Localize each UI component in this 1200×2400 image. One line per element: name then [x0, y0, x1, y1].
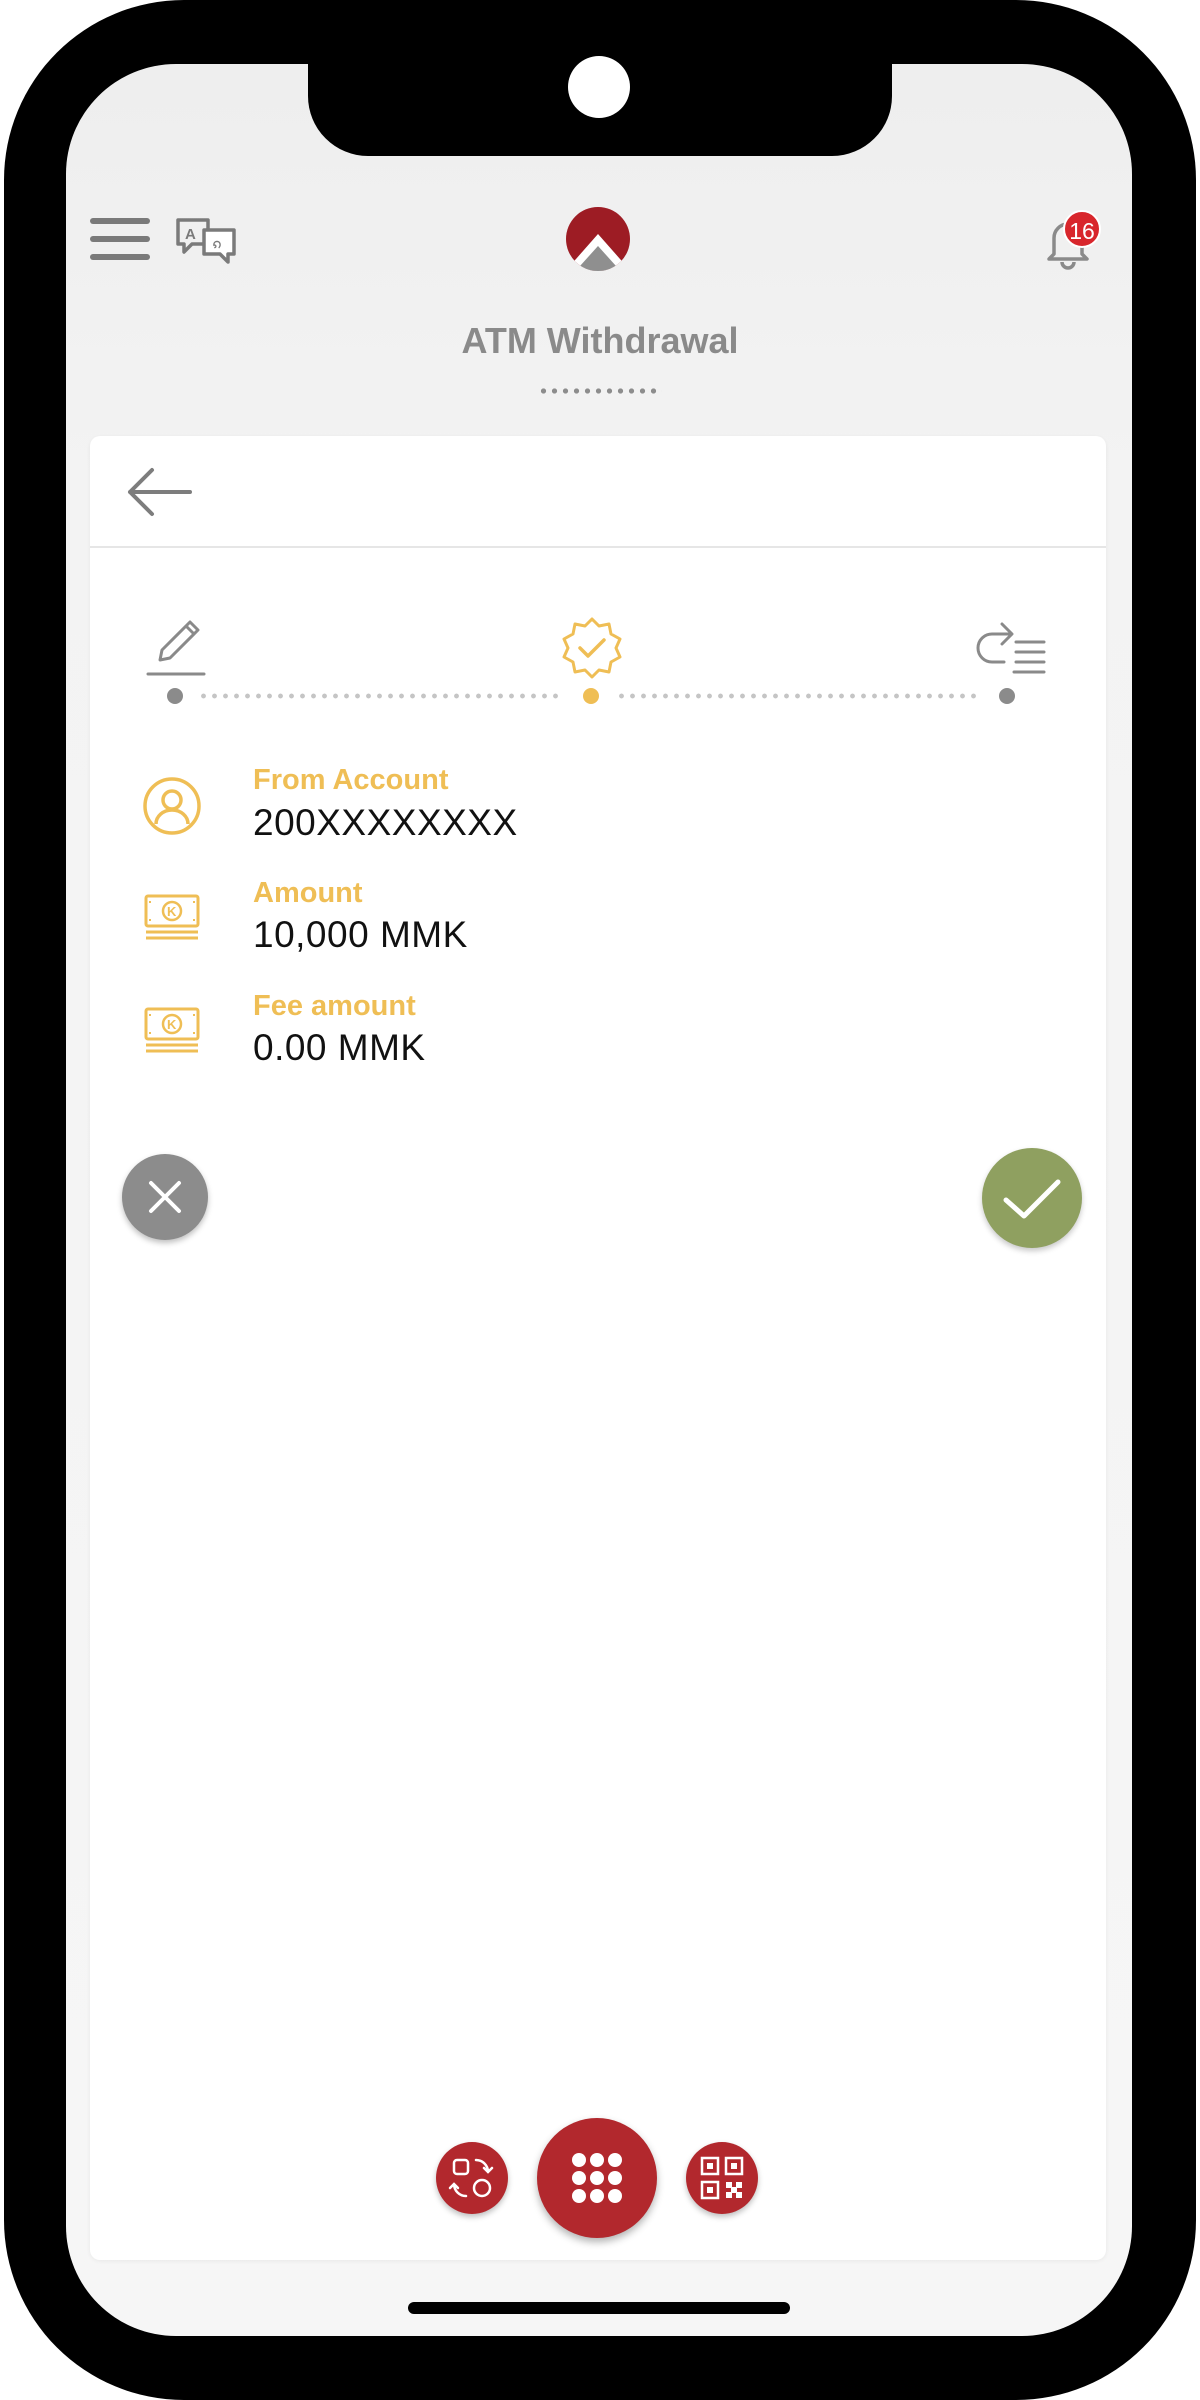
edit-pencil-icon	[146, 616, 206, 678]
from-account-value: 200XXXXXXXX	[253, 802, 518, 843]
title-dots-divider	[538, 383, 662, 399]
account-user-icon	[140, 774, 204, 838]
progress-stepper	[140, 610, 1060, 710]
step-dot-3	[999, 688, 1015, 704]
transfer-exchange-icon	[448, 2158, 494, 2198]
cancel-button[interactable]	[122, 1154, 208, 1240]
verify-badge-icon	[560, 616, 624, 680]
result-list-icon	[974, 616, 1046, 678]
from-account-label: From Account	[253, 764, 449, 796]
amount-value: 10,000 MMK	[253, 914, 468, 955]
page-title: ATM Withdrawal	[461, 320, 739, 361]
fee-amount-value: 0.00 MMK	[253, 1027, 426, 1068]
translate-icon[interactable]: A ၵ	[174, 214, 238, 268]
amount-label: Amount	[253, 877, 363, 909]
close-icon	[149, 1181, 181, 1213]
svg-text:K: K	[167, 1017, 177, 1032]
transfer-button[interactable]	[436, 2142, 508, 2214]
qr-scan-button[interactable]	[686, 2142, 758, 2214]
notification-badge: 16	[1063, 210, 1101, 248]
main-menu-button[interactable]	[537, 2118, 657, 2238]
svg-text:A: A	[185, 226, 196, 243]
confirm-button[interactable]	[982, 1148, 1082, 1248]
cash-note-icon: K	[140, 886, 204, 950]
step-connector-2	[616, 693, 976, 699]
back-arrow-icon[interactable]	[124, 466, 194, 518]
svg-text:K: K	[167, 904, 177, 919]
home-indicator[interactable]	[408, 2302, 790, 2314]
step-dot-1	[167, 688, 183, 704]
fee-amount-label: Fee amount	[253, 990, 416, 1022]
app-grid-icon	[572, 2153, 622, 2203]
hamburger-menu-icon[interactable]	[90, 216, 150, 262]
bank-logo	[565, 206, 631, 272]
front-camera	[568, 56, 630, 118]
svg-text:ၵ: ၵ	[213, 235, 222, 252]
checkmark-icon	[1003, 1179, 1061, 1219]
step-dot-2	[583, 688, 599, 704]
step-connector-1	[198, 693, 558, 699]
qr-code-icon	[700, 2156, 744, 2200]
card-header-divider	[90, 546, 1106, 548]
cash-note-icon: K	[140, 999, 204, 1063]
